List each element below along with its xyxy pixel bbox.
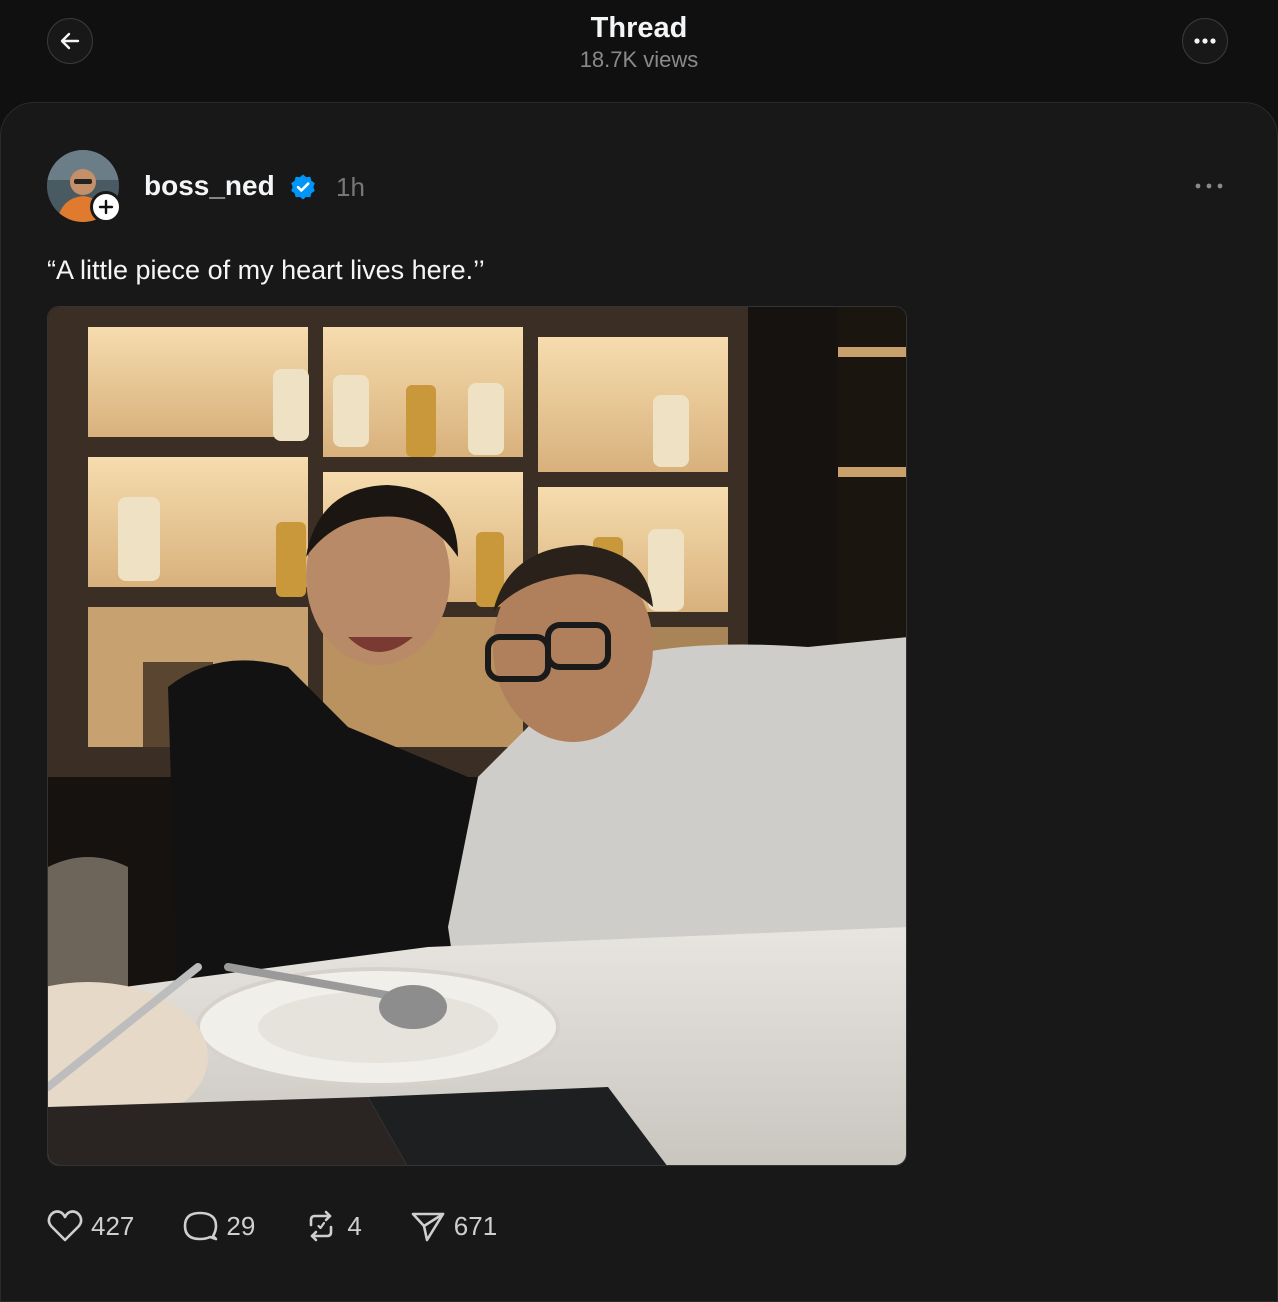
- photo-illustration: [48, 307, 906, 1165]
- plus-icon: [98, 199, 114, 215]
- reply-count: 29: [226, 1211, 256, 1241]
- post-caption: “A little piece of my heart lives here.’…: [47, 255, 485, 285]
- ellipsis-icon: [1194, 38, 1216, 44]
- verified-badge-icon: [291, 174, 315, 200]
- heart-icon: [47, 1210, 83, 1242]
- username-link[interactable]: boss_ned: [144, 168, 275, 204]
- arrow-left-icon: [60, 32, 80, 50]
- thread-more-button[interactable]: [1182, 18, 1228, 64]
- share-count: 671: [453, 1211, 498, 1241]
- paper-plane-icon: [411, 1212, 445, 1242]
- page-title: Thread: [590, 12, 688, 44]
- repost-count: 4: [347, 1211, 362, 1241]
- post-timestamp: 1h: [336, 172, 365, 202]
- author-avatar-wrap[interactable]: [47, 150, 122, 223]
- post-actions: 427 29 4 671: [47, 1204, 545, 1248]
- reply-button[interactable]: 29: [182, 1209, 255, 1243]
- like-button[interactable]: 427: [47, 1209, 134, 1243]
- post-photo[interactable]: [47, 306, 907, 1166]
- back-button[interactable]: [47, 18, 93, 64]
- header-title-block: Thread 18.7K views: [439, 10, 839, 74]
- share-button[interactable]: 671: [410, 1209, 497, 1243]
- like-count: 427: [91, 1211, 135, 1241]
- top-bar: Thread 18.7K views: [0, 0, 1278, 102]
- repost-icon: [310, 1210, 333, 1242]
- view-count: 18.7K views: [579, 47, 699, 72]
- comment-bubble-icon: [184, 1211, 218, 1241]
- follow-button[interactable]: [90, 191, 122, 223]
- repost-button[interactable]: 4: [303, 1209, 362, 1243]
- post-more-icon[interactable]: [1192, 176, 1226, 196]
